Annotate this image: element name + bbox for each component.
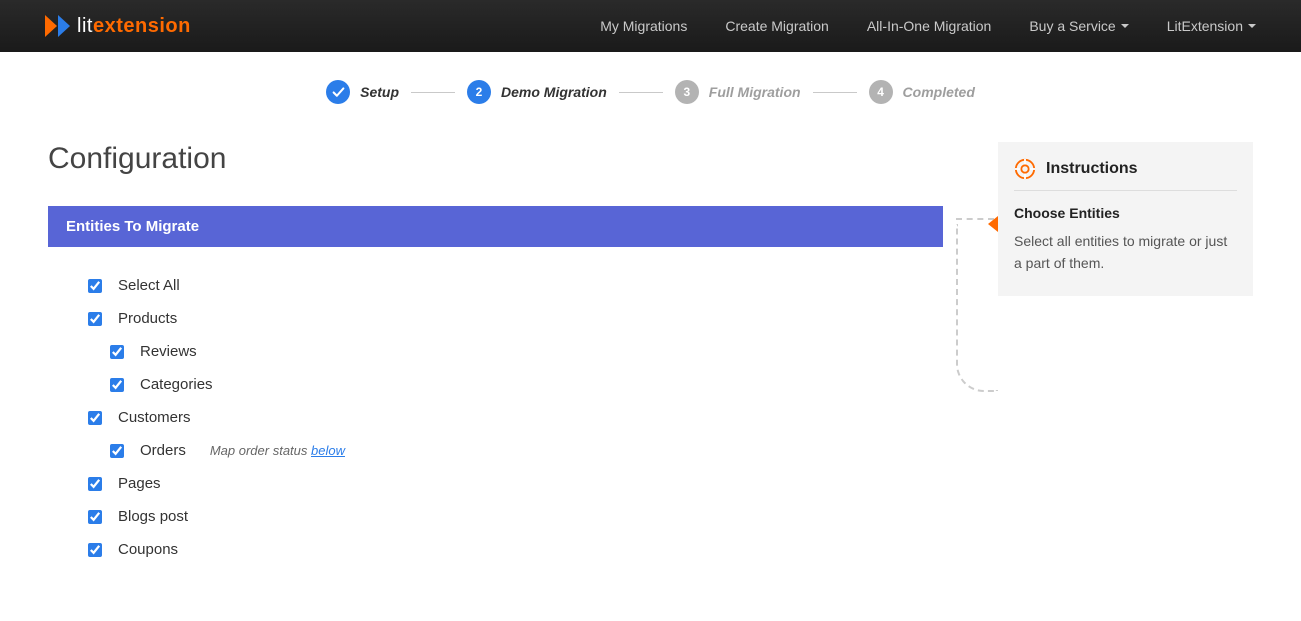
checkbox-categories[interactable] — [110, 378, 124, 392]
entity-coupons: Coupons — [88, 541, 943, 558]
entity-label: Orders — [140, 442, 186, 459]
chevron-down-icon — [1248, 24, 1256, 28]
nav-label: All-In-One Migration — [867, 18, 992, 34]
nav-litextension[interactable]: LitExtension — [1167, 18, 1256, 34]
entity-select-all: Select All — [88, 277, 943, 294]
step-completed[interactable]: 4 Completed — [869, 80, 975, 104]
logo-text-ext: extension — [93, 15, 191, 37]
checkbox-products[interactable] — [88, 312, 102, 326]
entity-label: Customers — [118, 409, 191, 426]
step-circle-pending: 4 — [869, 80, 893, 104]
step-connector — [619, 92, 663, 93]
nav-label: Create Migration — [725, 18, 829, 34]
entity-pages: Pages — [88, 475, 943, 492]
pointer-icon — [988, 216, 998, 232]
checkbox-reviews[interactable] — [110, 345, 124, 359]
step-full-migration[interactable]: 3 Full Migration — [675, 80, 801, 104]
checkbox-pages[interactable] — [88, 477, 102, 491]
instructions-panel: Instructions Choose Entities Select all … — [998, 142, 1253, 296]
logo-icon — [45, 15, 71, 37]
checkbox-blogs-post[interactable] — [88, 510, 102, 524]
checkbox-coupons[interactable] — [88, 543, 102, 557]
step-circle-active: 2 — [467, 80, 491, 104]
entity-blogs-post: Blogs post — [88, 508, 943, 525]
top-bar: litextension My Migrations Create Migrat… — [0, 0, 1301, 52]
entity-label: Categories — [140, 376, 213, 393]
entity-reviews: Reviews — [110, 343, 943, 360]
instructions-text: Select all entities to migrate or just a… — [1014, 231, 1237, 274]
logo-text-lit: lit — [77, 15, 93, 37]
checkbox-select-all[interactable] — [88, 279, 102, 293]
step-num: 2 — [476, 85, 483, 99]
entity-label: Reviews — [140, 343, 197, 360]
checkbox-orders[interactable] — [110, 444, 124, 458]
entity-customers: Customers — [88, 409, 943, 426]
chevron-down-icon — [1121, 24, 1129, 28]
entity-label: Select All — [118, 277, 180, 294]
wizard-steps: Setup 2 Demo Migration 3 Full Migration … — [0, 52, 1301, 122]
entities-list: Select All Products Reviews Categories C… — [48, 247, 943, 558]
nav-all-in-one[interactable]: All-In-One Migration — [867, 18, 992, 34]
step-label: Setup — [360, 84, 399, 100]
nav-label: My Migrations — [600, 18, 687, 34]
checkbox-customers[interactable] — [88, 411, 102, 425]
instructions-title: Instructions — [1046, 160, 1138, 178]
entity-categories: Categories — [110, 376, 943, 393]
hint-text: Map order status — [210, 443, 311, 458]
step-num: 4 — [877, 85, 884, 99]
step-label: Completed — [903, 84, 975, 100]
entity-label: Coupons — [118, 541, 178, 558]
step-setup[interactable]: Setup — [326, 80, 399, 104]
lifebuoy-icon — [1014, 158, 1036, 180]
step-label: Demo Migration — [501, 84, 607, 100]
nav-label: Buy a Service — [1029, 18, 1115, 34]
logo[interactable]: litextension — [45, 15, 191, 38]
step-demo-migration[interactable]: 2 Demo Migration — [467, 80, 607, 104]
connector-line — [956, 224, 998, 392]
entity-label: Pages — [118, 475, 161, 492]
main-column: Configuration Entities To Migrate Select… — [48, 142, 943, 558]
orders-below-link[interactable]: below — [311, 443, 345, 458]
nav-my-migrations[interactable]: My Migrations — [600, 18, 687, 34]
step-label: Full Migration — [709, 84, 801, 100]
entity-orders: Orders Map order status below — [110, 442, 943, 459]
step-connector — [813, 92, 857, 93]
instructions-heading: Choose Entities — [1014, 205, 1237, 221]
section-entities-header: Entities To Migrate — [48, 206, 943, 247]
entity-label: Products — [118, 310, 177, 327]
step-circle-done — [326, 80, 350, 104]
nav-label: LitExtension — [1167, 18, 1243, 34]
panel-header: Instructions — [1014, 158, 1237, 191]
instructions-sidebar: Instructions Choose Entities Select all … — [998, 142, 1253, 296]
orders-map-hint: Map order status below — [210, 443, 345, 458]
top-nav: My Migrations Create Migration All-In-On… — [600, 18, 1256, 34]
step-connector — [411, 92, 455, 93]
nav-buy-service[interactable]: Buy a Service — [1029, 18, 1128, 34]
logo-text: litextension — [77, 15, 191, 38]
nav-create-migration[interactable]: Create Migration — [725, 18, 829, 34]
step-circle-pending: 3 — [675, 80, 699, 104]
entity-products: Products — [88, 310, 943, 327]
check-icon — [332, 86, 345, 99]
page-title: Configuration — [48, 142, 943, 176]
entity-label: Blogs post — [118, 508, 188, 525]
content-area: Configuration Entities To Migrate Select… — [0, 122, 1301, 598]
step-num: 3 — [683, 85, 690, 99]
